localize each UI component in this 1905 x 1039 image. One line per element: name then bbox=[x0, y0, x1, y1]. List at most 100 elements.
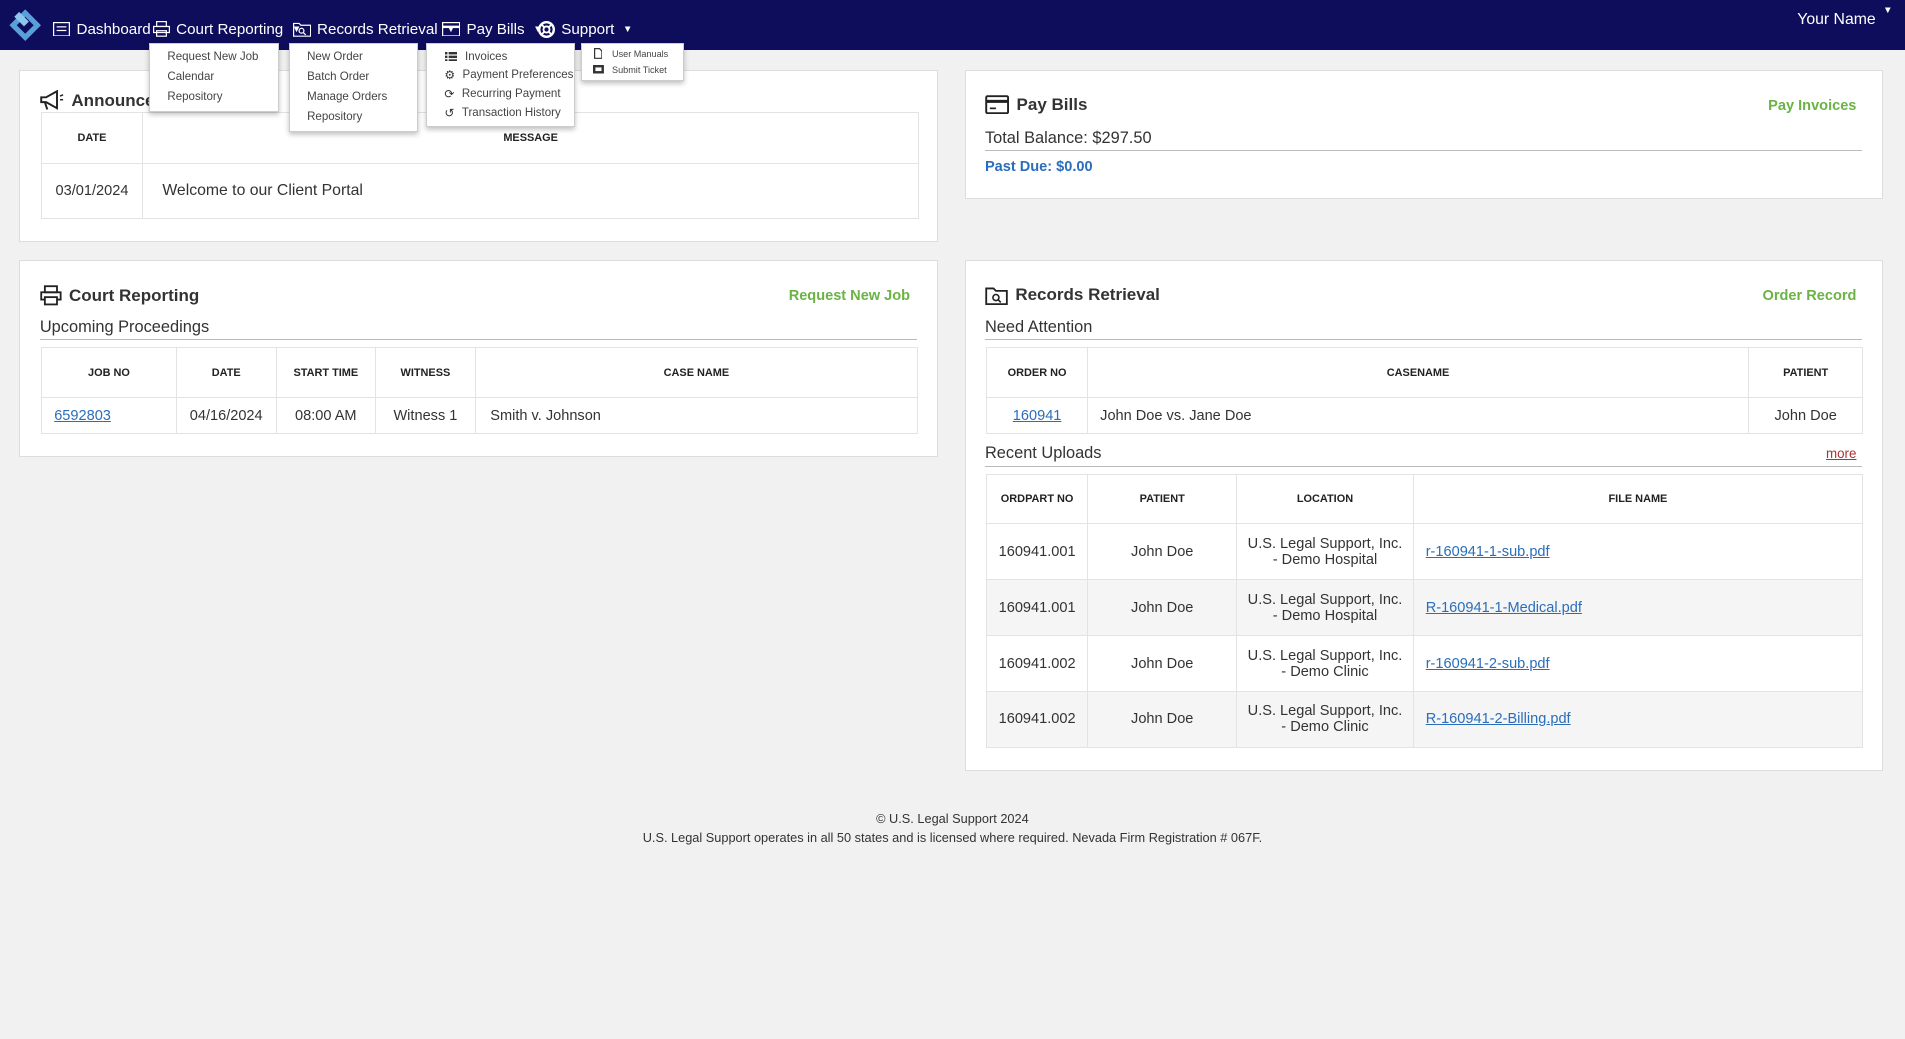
upload-location-line2: - Demo Hospital bbox=[1272, 607, 1378, 624]
records-retrieval-card: Records Retrieval Order Record Need Atte… bbox=[964, 259, 1883, 772]
column-header-job-no: JOB NO bbox=[41, 347, 177, 398]
upload-ordpart: 160941.001 bbox=[986, 523, 1089, 581]
announcements-title: Announce bbox=[40, 89, 155, 112]
records-retrieval-menu: New Order Batch Order Manage Orders Repo… bbox=[289, 42, 418, 132]
upload-patient: John Doe bbox=[1087, 579, 1238, 637]
menu-item-repository[interactable]: Repository bbox=[290, 107, 417, 127]
proceedings-table: JOB NO DATE START TIME WITNESS CASE NAME… bbox=[41, 347, 919, 435]
pay-bills-card: Pay Bills Pay Invoices Total Balance: $2… bbox=[964, 70, 1883, 200]
court-reporting-title-text: Court Reporting bbox=[68, 285, 200, 305]
folder-search-icon bbox=[985, 287, 1008, 305]
table-row: 03/01/2024 Welcome to our Client Portal bbox=[41, 162, 920, 220]
menu-item-transaction-history[interactable]: ↺ Transaction History bbox=[427, 104, 573, 123]
court-reporting-menu: Request New Job Calendar Repository bbox=[149, 42, 280, 112]
upload-location-line1: U.S. Legal Support, Inc. bbox=[1247, 591, 1403, 608]
column-header-location: LOCATION bbox=[1236, 473, 1414, 525]
upload-ordpart: 160941.001 bbox=[986, 579, 1089, 637]
upload-ordpart: 160941.002 bbox=[986, 635, 1089, 692]
nav-dashboard[interactable]: Dashboard bbox=[53, 20, 151, 38]
upload-location-line2: - Demo Hospital bbox=[1272, 551, 1378, 568]
upload-patient: John Doe bbox=[1087, 523, 1238, 581]
column-header-file-name: FILE NAME bbox=[1412, 473, 1864, 525]
announcement-date: 03/01/2024 bbox=[41, 162, 143, 220]
dashboard-icon bbox=[53, 21, 71, 37]
upload-location-line2: - Demo Clinic bbox=[1281, 719, 1369, 736]
upload-patient: John Doe bbox=[1087, 690, 1238, 748]
nav-pay-bills[interactable]: Pay Bills ▼ bbox=[442, 21, 543, 38]
upload-location: U.S. Legal Support, Inc. - Demo Clinic bbox=[1236, 690, 1414, 748]
recent-uploads-heading: Recent Uploads bbox=[984, 444, 1863, 467]
menu-item-payment-preferences-label: Payment Preferences bbox=[462, 69, 574, 82]
upload-file-link[interactable]: R-160941-1-Medical.pdf bbox=[1426, 600, 1582, 616]
more-uploads-link[interactable]: more bbox=[1826, 446, 1856, 461]
table-row: 160941.001 John Doe U.S. Legal Support, … bbox=[986, 523, 1864, 581]
order-patient: John Doe bbox=[1748, 397, 1864, 435]
upload-location-line1: U.S. Legal Support, Inc. bbox=[1247, 647, 1403, 664]
upload-location-line1: U.S. Legal Support, Inc. bbox=[1247, 535, 1403, 552]
announcements-title-text: Announce bbox=[71, 90, 155, 110]
menu-item-payment-preferences[interactable]: ⚙ Payment Preferences bbox=[427, 66, 573, 85]
menu-item-calendar[interactable]: Calendar bbox=[150, 67, 278, 87]
need-attention-heading: Need Attention bbox=[984, 318, 1863, 341]
nav-support[interactable]: Support ▼ bbox=[538, 20, 633, 38]
menu-item-batch-order[interactable]: Batch Order bbox=[290, 67, 417, 87]
past-due-amount: Past Due: $0.00 bbox=[984, 158, 1093, 175]
company-logo-icon[interactable] bbox=[7, 7, 43, 43]
list-icon bbox=[444, 51, 458, 62]
column-header-witness: WITNESS bbox=[375, 347, 476, 398]
order-no-link[interactable]: 160941 bbox=[1013, 408, 1062, 424]
order-record-link[interactable]: Order Record bbox=[1763, 288, 1857, 304]
menu-item-request-new-job[interactable]: Request New Job bbox=[150, 47, 278, 67]
records-retrieval-title: Records Retrieval bbox=[985, 285, 1160, 305]
upload-location-line2: - Demo Clinic bbox=[1281, 663, 1369, 680]
menu-item-invoices-label: Invoices bbox=[465, 50, 508, 63]
user-menu[interactable]: Your Name bbox=[1797, 11, 1875, 29]
nav-court-reporting-label: Court Reporting bbox=[176, 20, 284, 38]
records-retrieval-title-text: Records Retrieval bbox=[1015, 285, 1160, 305]
announcements-table: DATE MESSAGE 03/01/2024 Welcome to our C… bbox=[41, 111, 920, 220]
proceeding-case-name: Smith v. Johnson bbox=[474, 397, 919, 435]
credit-card-icon bbox=[985, 95, 1010, 114]
upload-file-link[interactable]: r-160941-1-sub.pdf bbox=[1426, 544, 1550, 560]
upload-location: U.S. Legal Support, Inc. - Demo Hospital bbox=[1236, 579, 1414, 637]
upload-ordpart: 160941.002 bbox=[986, 690, 1089, 748]
announcement-message: Welcome to our Client Portal bbox=[141, 162, 920, 220]
nav-dashboard-label: Dashboard bbox=[76, 20, 151, 38]
menu-item-manage-orders[interactable]: Manage Orders bbox=[290, 87, 417, 107]
proceeding-date: 04/16/2024 bbox=[175, 397, 277, 435]
table-row: 160941.001 John Doe U.S. Legal Support, … bbox=[986, 579, 1864, 637]
menu-item-invoices[interactable]: Invoices bbox=[427, 47, 573, 66]
menu-item-transaction-history-label: Transaction History bbox=[461, 107, 561, 120]
megaphone-icon bbox=[40, 89, 64, 110]
upload-file-link[interactable]: R-160941-2-Billing.pdf bbox=[1426, 711, 1571, 727]
pay-invoices-link[interactable]: Pay Invoices bbox=[1768, 98, 1856, 114]
chevron-down-icon[interactable]: ▼ bbox=[1883, 5, 1893, 16]
folder-search-icon bbox=[292, 23, 311, 38]
gear-icon: ⚙ bbox=[444, 68, 456, 83]
column-header-case-name: CASE NAME bbox=[474, 347, 919, 398]
nav-records-retrieval-label: Records Retrieval bbox=[317, 20, 438, 38]
menu-item-submit-ticket-label: Submit Ticket bbox=[612, 64, 667, 75]
document-icon bbox=[591, 48, 604, 60]
menu-item-repository[interactable]: Repository bbox=[150, 87, 278, 107]
menu-item-recurring-payment[interactable]: ⟳ Recurring Payment bbox=[427, 85, 573, 104]
job-no-link[interactable]: 6592803 bbox=[54, 408, 111, 424]
upcoming-proceedings-heading: Upcoming Proceedings bbox=[39, 318, 917, 341]
chevron-down-icon: ▼ bbox=[622, 23, 633, 35]
upload-file-link[interactable]: r-160941-2-sub.pdf bbox=[1426, 656, 1550, 672]
court-reporting-card: Court Reporting Request New Job Upcoming… bbox=[19, 259, 938, 457]
column-header-date: DATE bbox=[41, 111, 143, 164]
column-header-patient: PATIENT bbox=[1748, 347, 1864, 398]
menu-item-new-order[interactable]: New Order bbox=[290, 47, 417, 67]
printer-icon bbox=[40, 285, 62, 306]
column-header-order-no: ORDER NO bbox=[986, 347, 1089, 398]
pay-bills-title: Pay Bills bbox=[985, 95, 1087, 115]
court-reporting-title: Court Reporting bbox=[40, 285, 199, 306]
request-new-job-link[interactable]: Request New Job bbox=[789, 288, 910, 304]
nav-support-label: Support bbox=[561, 20, 615, 38]
menu-item-submit-ticket[interactable]: Submit Ticket bbox=[582, 62, 683, 78]
nav-court-reporting[interactable]: Court Reporting ▼ bbox=[153, 21, 301, 38]
nav-records-retrieval[interactable]: Records Retrieval ▼ bbox=[292, 20, 456, 38]
pay-bills-menu: Invoices ⚙ Payment Preferences ⟳ Recurri… bbox=[426, 42, 575, 128]
support-menu: User Manuals Submit Ticket bbox=[580, 42, 684, 81]
